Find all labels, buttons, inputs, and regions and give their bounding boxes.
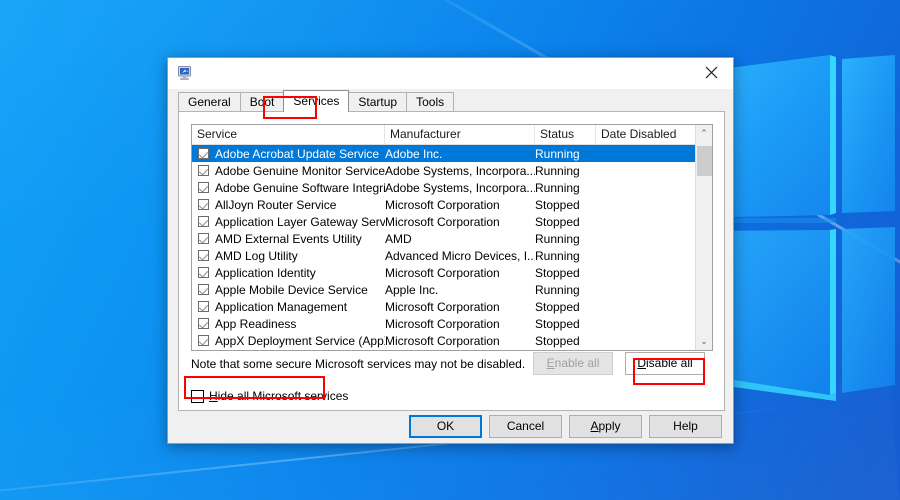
service-row[interactable]: Application Identity Microsoft Corporatio…	[192, 264, 712, 281]
service-name-cell: App Readiness	[215, 316, 297, 331]
status-cell: Stopped	[535, 214, 580, 229]
services-list-header: Service Manufacturer Status Date Disable…	[192, 125, 712, 145]
service-row-checkbox[interactable]	[198, 182, 209, 193]
services-list-body[interactable]: Adobe Acrobat Update Service Adobe Inc. Ru…	[192, 145, 712, 350]
tab-strip: General Boot Services Startup Tools	[178, 89, 733, 112]
service-name-cell: Adobe Acrobat Update Service	[215, 146, 380, 161]
service-name-cell: AMD Log Utility	[215, 248, 298, 263]
service-row-checkbox[interactable]	[198, 318, 209, 329]
service-row[interactable]: Application Management Microsoft Corporat…	[192, 298, 712, 315]
service-row[interactable]: AMD External Events Utility AMD Running	[192, 230, 712, 247]
status-cell: Running	[535, 180, 580, 195]
hide-all-microsoft-services-row[interactable]: Hide all Microsoft services	[191, 389, 348, 403]
apply-button[interactable]: Apply	[569, 415, 642, 438]
manufacturer-cell: Adobe Systems, Incorpora...	[385, 180, 535, 195]
service-row[interactable]: AllJoyn Router Service Microsoft Corporat…	[192, 196, 712, 213]
column-header-date-disabled[interactable]: Date Disabled	[596, 125, 696, 144]
status-cell: Running	[535, 163, 580, 178]
title-bar[interactable]	[168, 58, 733, 89]
service-row[interactable]: Adobe Genuine Monitor Service Adobe Syste…	[192, 162, 712, 179]
service-row-checkbox[interactable]	[198, 267, 209, 278]
system-configuration-dialog: General Boot Services Startup Tools Serv…	[167, 57, 734, 444]
service-name-cell: Application Layer Gateway Service	[215, 214, 385, 229]
service-name-cell: AMD External Events Utility	[215, 231, 362, 246]
status-cell: Running	[535, 248, 580, 263]
service-row-checkbox[interactable]	[198, 335, 209, 346]
service-name-cell: AppX Deployment Service (AppX...	[215, 333, 385, 348]
manufacturer-cell: Microsoft Corporation	[385, 265, 500, 280]
status-cell: Stopped	[535, 265, 580, 280]
manufacturer-cell: Microsoft Corporation	[385, 214, 500, 229]
scroll-down-arrow-icon[interactable]: ⌄	[696, 333, 713, 350]
service-row[interactable]: App Readiness Microsoft Corporation Stoppe…	[192, 315, 712, 332]
tab-services[interactable]: Services	[283, 90, 350, 112]
status-cell: Running	[535, 282, 580, 297]
service-name-cell: Adobe Genuine Monitor Service	[215, 163, 385, 178]
status-cell: Stopped	[535, 299, 580, 314]
service-name-cell: AllJoyn Router Service	[215, 197, 337, 212]
service-row[interactable]: Apple Mobile Device Service Apple Inc. Run…	[192, 281, 712, 298]
apply-label: Apply	[590, 419, 621, 433]
service-name-cell: Application Identity	[215, 265, 316, 280]
service-row-checkbox[interactable]	[198, 148, 209, 159]
services-list[interactable]: Service Manufacturer Status Date Disable…	[191, 124, 713, 351]
scroll-up-arrow-icon[interactable]: ⌃	[696, 125, 713, 142]
cancel-button[interactable]: Cancel	[489, 415, 562, 438]
tab-boot[interactable]: Boot	[239, 92, 285, 111]
service-row-checkbox[interactable]	[198, 199, 209, 210]
dialog-footer: OK Cancel Apply Help	[168, 415, 733, 438]
service-row[interactable]: AMD Log Utility Advanced Micro Devices, I…	[192, 247, 712, 264]
secure-services-note: Note that some secure Microsoft services…	[191, 357, 526, 371]
system-configuration-icon	[178, 66, 191, 80]
desktop-background: General Boot Services Startup Tools Serv…	[0, 0, 900, 500]
ok-button[interactable]: OK	[409, 415, 482, 438]
manufacturer-cell: Microsoft Corporation	[385, 333, 500, 348]
manufacturer-cell: Adobe Systems, Incorpora...	[385, 163, 535, 178]
close-button[interactable]	[689, 58, 733, 87]
service-name-cell: Application Management	[215, 299, 348, 314]
service-row-checkbox[interactable]	[198, 301, 209, 312]
column-header-service[interactable]: Service	[192, 125, 385, 144]
service-row-checkbox[interactable]	[198, 165, 209, 176]
status-cell: Running	[535, 231, 580, 246]
status-cell: Stopped	[535, 333, 580, 348]
status-cell: Stopped	[535, 197, 580, 212]
service-row[interactable]: AppX Deployment Service (AppX... Microsof…	[192, 332, 712, 349]
service-row-checkbox[interactable]	[198, 216, 209, 227]
service-row[interactable]: Application Layer Gateway Service Microso…	[192, 213, 712, 230]
hide-all-microsoft-services-label: Hide all Microsoft services	[209, 389, 349, 403]
service-row[interactable]: Adobe Acrobat Update Service Adobe Inc. Ru…	[192, 145, 712, 162]
manufacturer-cell: AMD	[385, 231, 412, 246]
column-header-status[interactable]: Status	[535, 125, 596, 144]
help-button[interactable]: Help	[649, 415, 722, 438]
scrollbar-thumb[interactable]	[696, 146, 712, 176]
manufacturer-cell: Microsoft Corporation	[385, 299, 500, 314]
tab-general[interactable]: General	[178, 92, 241, 111]
service-row[interactable]: Adobe Genuine Software Integri... Adobe S…	[192, 179, 712, 196]
service-row-checkbox[interactable]	[198, 233, 209, 244]
service-name-cell: Apple Mobile Device Service	[215, 282, 368, 297]
hide-all-microsoft-services-checkbox[interactable]	[191, 389, 204, 403]
manufacturer-cell: Adobe Inc.	[385, 146, 443, 161]
status-cell: Running	[535, 146, 580, 161]
service-row-checkbox[interactable]	[198, 284, 209, 295]
tab-tools[interactable]: Tools	[406, 92, 455, 111]
enable-all-button[interactable]: Enable all	[533, 352, 613, 375]
close-icon	[705, 66, 717, 79]
manufacturer-cell: Microsoft Corporation	[385, 197, 500, 212]
service-name-cell: Adobe Genuine Software Integri...	[215, 180, 385, 195]
disable-all-button[interactable]: Disable all	[625, 352, 705, 375]
tab-startup[interactable]: Startup	[348, 92, 408, 111]
scrollbar-track[interactable]	[696, 142, 713, 333]
column-header-manufacturer[interactable]: Manufacturer	[385, 125, 535, 144]
service-row-checkbox[interactable]	[198, 250, 209, 261]
manufacturer-cell: Advanced Micro Devices, I...	[385, 248, 535, 263]
disable-all-label: Disable all	[637, 356, 693, 370]
manufacturer-cell: Apple Inc.	[385, 282, 439, 297]
manufacturer-cell: Microsoft Corporation	[385, 316, 500, 331]
enable-all-label: Enable all	[546, 356, 600, 370]
status-cell: Stopped	[535, 316, 580, 331]
vertical-scrollbar[interactable]: ⌃ ⌄	[695, 125, 712, 350]
services-tab-panel: Service Manufacturer Status Date Disable…	[178, 111, 725, 411]
